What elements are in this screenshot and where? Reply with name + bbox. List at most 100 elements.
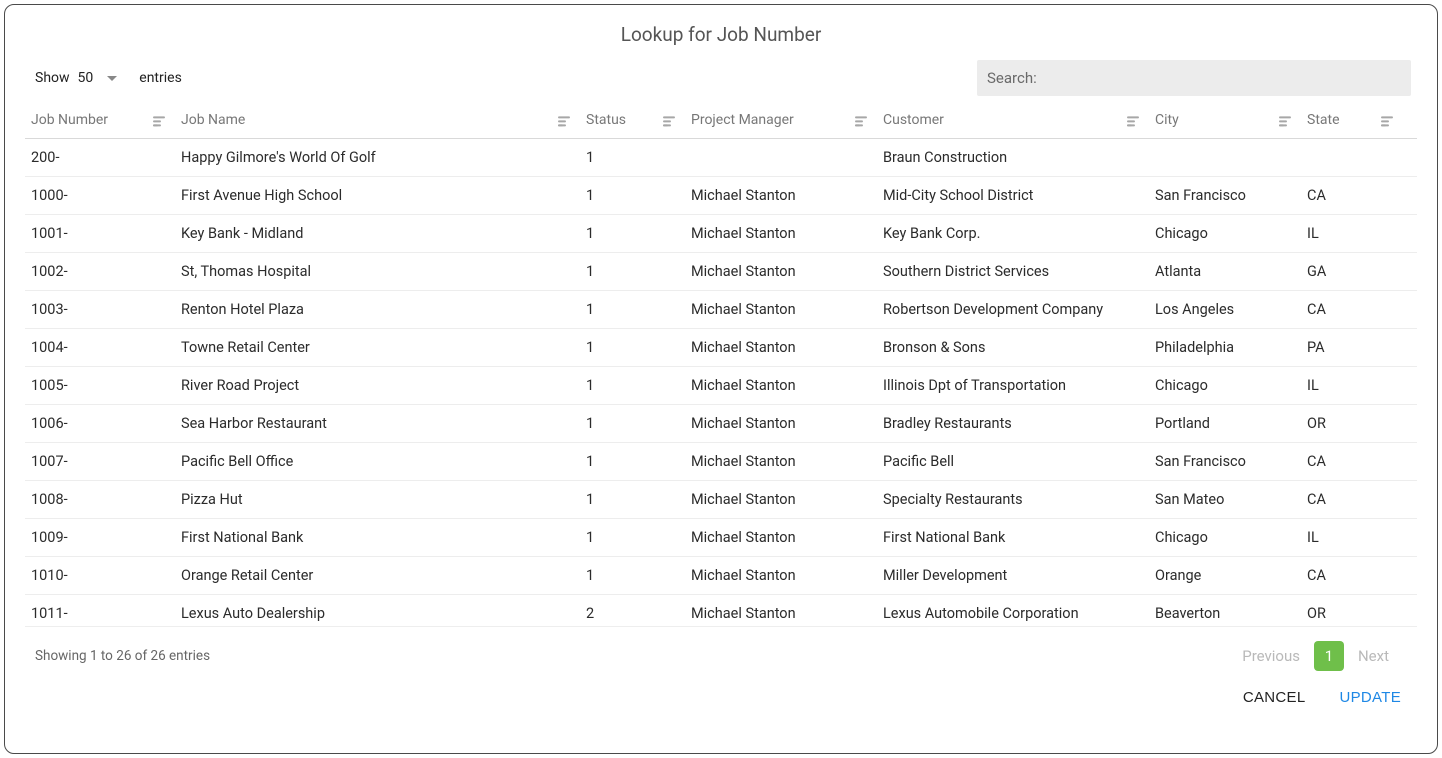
cell-job-number: 1001- (25, 215, 175, 253)
cancel-button[interactable]: CANCEL (1243, 689, 1306, 706)
pager-current[interactable]: 1 (1314, 641, 1344, 671)
cell-pm: Michael Stanton (685, 595, 877, 628)
cell-job-number: 1000- (25, 177, 175, 215)
cell-city: San Francisco (1149, 177, 1301, 215)
search-box[interactable]: Search: (977, 60, 1411, 96)
col-header-status[interactable]: Status (580, 104, 685, 139)
table-row[interactable]: 1006-Sea Harbor Restaurant1Michael Stant… (25, 405, 1417, 443)
cell-state: PA (1301, 329, 1417, 367)
footer-row: Showing 1 to 26 of 26 entries Previous 1… (25, 627, 1417, 671)
cell-job-name: River Road Project (175, 367, 580, 405)
cell-job-number: 1003- (25, 291, 175, 329)
cell-status: 1 (580, 405, 685, 443)
cell-job-name: First Avenue High School (175, 177, 580, 215)
cell-pm: Michael Stanton (685, 481, 877, 519)
cell-state: GA (1301, 253, 1417, 291)
cell-customer: Mid-City School District (877, 177, 1149, 215)
cell-status: 1 (580, 253, 685, 291)
cell-status: 1 (580, 215, 685, 253)
col-header-city[interactable]: City (1149, 104, 1301, 139)
dialog-actions: CANCEL UPDATE (25, 671, 1417, 710)
page-length-select[interactable]: 50 (76, 66, 120, 90)
cell-job-number: 1004- (25, 329, 175, 367)
table-row[interactable]: 1004-Towne Retail Center1Michael Stanton… (25, 329, 1417, 367)
pager-next[interactable]: Next (1358, 647, 1389, 665)
table-info: Showing 1 to 26 of 26 entries (35, 648, 210, 664)
cell-status: 1 (580, 519, 685, 557)
lookup-dialog: Lookup for Job Number Show 50 entries Se… (4, 4, 1438, 754)
cell-pm: Michael Stanton (685, 367, 877, 405)
cell-customer: Specialty Restaurants (877, 481, 1149, 519)
search-input[interactable] (1041, 70, 1401, 87)
cell-job-number: 1011- (25, 595, 175, 628)
cell-state: CA (1301, 291, 1417, 329)
cell-status: 1 (580, 557, 685, 595)
cell-city: Chicago (1149, 215, 1301, 253)
table-row[interactable]: 1010-Orange Retail Center1Michael Stanto… (25, 557, 1417, 595)
cell-state: IL (1301, 519, 1417, 557)
table-row[interactable]: 1001-Key Bank - Midland1Michael StantonK… (25, 215, 1417, 253)
pager-previous[interactable]: Previous (1242, 647, 1300, 665)
search-label: Search: (987, 69, 1037, 87)
cell-job-number: 200- (25, 139, 175, 177)
cell-status: 1 (580, 481, 685, 519)
cell-job-name: Pacific Bell Office (175, 443, 580, 481)
sort-icon (855, 114, 867, 126)
cell-state: CA (1301, 557, 1417, 595)
cell-job-name: Renton Hotel Plaza (175, 291, 580, 329)
cell-status: 1 (580, 329, 685, 367)
cell-city: Philadelphia (1149, 329, 1301, 367)
cell-state: CA (1301, 481, 1417, 519)
col-label: Project Manager (691, 112, 794, 128)
update-button[interactable]: UPDATE (1339, 689, 1401, 706)
cell-customer: Miller Development (877, 557, 1149, 595)
cell-pm: Michael Stanton (685, 329, 877, 367)
table-header: Job Number Job Name Status Project Manag… (25, 104, 1417, 139)
table-row[interactable]: 1007-Pacific Bell Office1Michael Stanton… (25, 443, 1417, 481)
table-row[interactable]: 1002-St, Thomas Hospital1Michael Stanton… (25, 253, 1417, 291)
length-control: Show 50 entries (25, 66, 182, 90)
sort-icon (558, 114, 570, 126)
table-row[interactable]: 1011-Lexus Auto Dealership2Michael Stant… (25, 595, 1417, 628)
table-row[interactable]: 1003-Renton Hotel Plaza1Michael StantonR… (25, 291, 1417, 329)
cell-job-name: Key Bank - Midland (175, 215, 580, 253)
col-header-job-name[interactable]: Job Name (175, 104, 580, 139)
show-label: Show (35, 70, 70, 86)
table-row[interactable]: 1000-First Avenue High School1Michael St… (25, 177, 1417, 215)
cell-city: Atlanta (1149, 253, 1301, 291)
col-header-state[interactable]: State (1301, 104, 1403, 139)
cell-state: CA (1301, 443, 1417, 481)
cell-city: San Mateo (1149, 481, 1301, 519)
sort-icon (1381, 114, 1393, 126)
table-row[interactable]: 1005-River Road Project1Michael StantonI… (25, 367, 1417, 405)
col-header-job-number[interactable]: Job Number (25, 104, 175, 139)
cell-pm: Michael Stanton (685, 291, 877, 329)
col-header-customer[interactable]: Customer (877, 104, 1149, 139)
col-label: City (1155, 112, 1179, 128)
cell-city: Los Angeles (1149, 291, 1301, 329)
cell-customer: Lexus Automobile Corporation (877, 595, 1149, 628)
cell-job-number: 1008- (25, 481, 175, 519)
table-row[interactable]: 200-Happy Gilmore's World Of Golf1Braun … (25, 139, 1417, 177)
cell-job-name: Lexus Auto Dealership (175, 595, 580, 628)
cell-pm: Michael Stanton (685, 405, 877, 443)
cell-city (1149, 139, 1301, 177)
cell-customer: Robertson Development Company (877, 291, 1149, 329)
cell-customer: Braun Construction (877, 139, 1149, 177)
table-body-scroll[interactable]: 200-Happy Gilmore's World Of Golf1Braun … (25, 139, 1417, 627)
col-label: State (1307, 112, 1340, 128)
cell-city: Portland (1149, 405, 1301, 443)
cell-customer: Pacific Bell (877, 443, 1149, 481)
cell-state: OR (1301, 595, 1417, 628)
col-label: Customer (883, 112, 944, 128)
sort-icon (153, 114, 165, 126)
cell-city: Chicago (1149, 519, 1301, 557)
cell-job-number: 1002- (25, 253, 175, 291)
table-row[interactable]: 1009-First National Bank1Michael Stanton… (25, 519, 1417, 557)
table-row[interactable]: 1008-Pizza Hut1Michael StantonSpecialty … (25, 481, 1417, 519)
cell-pm: Michael Stanton (685, 177, 877, 215)
cell-pm: Michael Stanton (685, 519, 877, 557)
sort-icon (1279, 114, 1291, 126)
cell-job-number: 1006- (25, 405, 175, 443)
col-header-project-manager[interactable]: Project Manager (685, 104, 877, 139)
